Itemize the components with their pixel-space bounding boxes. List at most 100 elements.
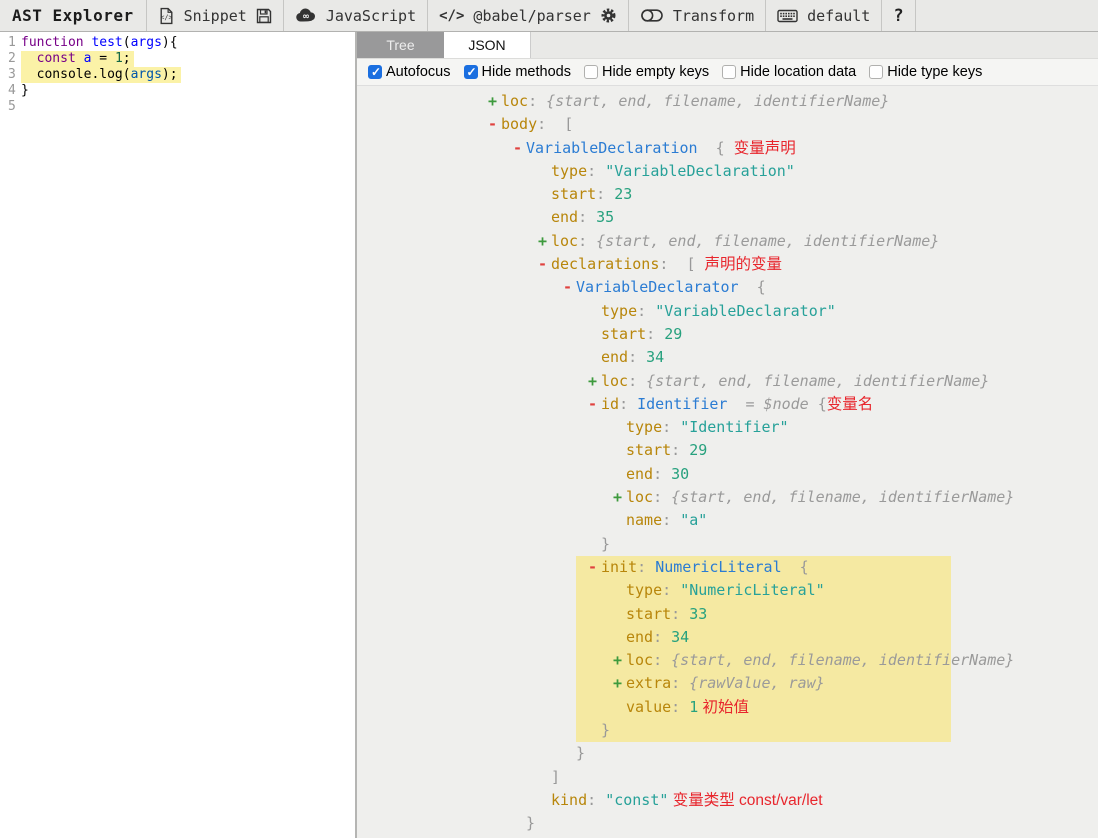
main-split: 1function test(args){2 const a = 1;3 con… bbox=[0, 32, 1098, 838]
file-code-icon: </> bbox=[158, 7, 175, 25]
tree-row[interactable]: -body: [ bbox=[357, 113, 1098, 136]
help-button[interactable]: ? bbox=[882, 0, 914, 31]
expand-icon[interactable]: + bbox=[488, 90, 502, 113]
tree-row[interactable]: } bbox=[357, 719, 1098, 742]
toolbar: AST Explorer </> Snippet ∞ JavaScript </… bbox=[0, 0, 1098, 32]
editor-line[interactable]: 3 console.log(args); bbox=[0, 67, 355, 83]
tree-row[interactable]: +loc: {start, end, filename, identifierN… bbox=[357, 90, 1098, 113]
tree-row[interactable]: start: 23 bbox=[357, 183, 1098, 206]
keybinding-selector[interactable]: default bbox=[766, 0, 881, 31]
tree-row[interactable]: +loc: {start, end, filename, identifierN… bbox=[357, 649, 1098, 672]
tree-row[interactable]: type: "VariableDeclaration" bbox=[357, 160, 1098, 183]
tree-row[interactable]: start: 33 bbox=[357, 603, 1098, 626]
toolbar-separator bbox=[915, 0, 916, 31]
svg-text:∞: ∞ bbox=[302, 12, 310, 22]
snippet-button[interactable]: </> Snippet bbox=[147, 0, 283, 31]
option-hide-location-data[interactable]: Hide location data bbox=[722, 64, 856, 80]
tree-row[interactable]: -init: NumericLiteral { bbox=[357, 556, 1098, 579]
expand-icon[interactable]: + bbox=[588, 370, 602, 393]
collapse-icon[interactable]: - bbox=[513, 137, 527, 160]
editor-line[interactable]: 1function test(args){ bbox=[0, 35, 355, 51]
app-title: AST Explorer bbox=[0, 0, 146, 31]
tree-row[interactable]: end: 34 bbox=[357, 626, 1098, 649]
tab-json[interactable]: JSON bbox=[444, 32, 531, 58]
language-label: JavaScript bbox=[326, 7, 416, 25]
tree-row[interactable]: +extra: {rawValue, raw} bbox=[357, 672, 1098, 695]
expand-icon[interactable]: + bbox=[613, 649, 627, 672]
tree-row[interactable]: } bbox=[357, 742, 1098, 765]
code-text: console.log(args); bbox=[21, 67, 181, 83]
expand-icon[interactable]: + bbox=[538, 230, 552, 253]
tree-row[interactable]: -VariableDeclarator { bbox=[357, 276, 1098, 299]
tree-row[interactable]: } bbox=[357, 812, 1098, 835]
transform-label: Transform bbox=[673, 7, 754, 25]
option-hide-methods[interactable]: Hide methods bbox=[464, 64, 571, 80]
collapse-icon[interactable]: - bbox=[563, 276, 577, 299]
snippet-label: Snippet bbox=[184, 7, 247, 25]
tab-bar: TreeJSON bbox=[357, 32, 1098, 59]
gear-icon[interactable] bbox=[600, 7, 617, 24]
tree-row[interactable]: value: 1 初始值 bbox=[357, 696, 1098, 719]
tree-row[interactable]: type: "Identifier" bbox=[357, 416, 1098, 439]
tree-options: Autofocus Hide methods Hide empty keys Hide… bbox=[357, 59, 1098, 86]
option-label: Autofocus bbox=[386, 64, 451, 80]
option-hide-type-keys[interactable]: Hide type keys bbox=[869, 64, 982, 80]
ast-tree: +loc: {start, end, filename, identifierN… bbox=[357, 86, 1098, 838]
expand-icon[interactable]: + bbox=[613, 486, 627, 509]
tree-row[interactable]: +loc: {start, end, filename, identifierN… bbox=[357, 370, 1098, 393]
parser-selector[interactable]: </> @babel/parser bbox=[428, 0, 628, 31]
editor-line[interactable]: 2 const a = 1; bbox=[0, 51, 355, 67]
editor-line[interactable]: 5 bbox=[0, 99, 355, 115]
tree-row[interactable]: end: 35 bbox=[357, 206, 1098, 229]
tree-row[interactable]: name: "a" bbox=[357, 509, 1098, 532]
keybinding-label: default bbox=[807, 7, 870, 25]
ast-panel: TreeJSON Autofocus Hide methods Hide empty… bbox=[357, 32, 1098, 838]
line-number: 5 bbox=[0, 99, 21, 115]
code-icon: </> bbox=[439, 8, 464, 24]
tree-row[interactable]: -id: Identifier = $node {变量名 bbox=[357, 393, 1098, 416]
code-text: function test(args){ bbox=[21, 35, 178, 51]
code-editor[interactable]: 1function test(args){2 const a = 1;3 con… bbox=[0, 32, 357, 838]
tree-row[interactable]: } bbox=[357, 533, 1098, 556]
expand-icon[interactable]: + bbox=[613, 672, 627, 695]
line-number: 3 bbox=[0, 67, 21, 83]
option-label: Hide empty keys bbox=[602, 64, 709, 80]
toggle-off-icon bbox=[640, 7, 664, 24]
tree-row[interactable]: end: 30 bbox=[357, 463, 1098, 486]
editor-line[interactable]: 4} bbox=[0, 83, 355, 99]
option-label: Hide location data bbox=[740, 64, 856, 80]
collapse-icon[interactable]: - bbox=[588, 556, 602, 579]
collapse-icon[interactable]: - bbox=[588, 393, 602, 416]
tree-row[interactable]: -declarations: [ 声明的变量 bbox=[357, 253, 1098, 276]
tree-row[interactable]: start: 29 bbox=[357, 439, 1098, 462]
collapse-icon[interactable]: - bbox=[538, 253, 552, 276]
tree-row[interactable]: kind: "const" 变量类型 const/var/let bbox=[357, 789, 1098, 812]
checkbox[interactable] bbox=[584, 65, 598, 79]
tree-row[interactable]: +loc: {start, end, filename, identifierN… bbox=[357, 486, 1098, 509]
tree-row[interactable]: +loc: {start, end, filename, identifierN… bbox=[357, 230, 1098, 253]
checkbox[interactable] bbox=[722, 65, 736, 79]
tab-tree[interactable]: Tree bbox=[357, 32, 444, 58]
language-selector[interactable]: ∞ JavaScript bbox=[284, 0, 427, 31]
parser-label: @babel/parser bbox=[473, 7, 590, 25]
collapse-icon[interactable]: - bbox=[488, 113, 502, 136]
checkbox[interactable] bbox=[464, 65, 478, 79]
keyboard-icon bbox=[777, 8, 798, 24]
transform-toggle[interactable]: Transform bbox=[629, 0, 765, 31]
option-autofocus[interactable]: Autofocus bbox=[368, 64, 451, 80]
tree-row[interactable]: end: 34 bbox=[357, 346, 1098, 369]
line-number: 4 bbox=[0, 83, 21, 99]
option-hide-empty-keys[interactable]: Hide empty keys bbox=[584, 64, 709, 80]
cloud-icon: ∞ bbox=[295, 7, 317, 24]
question-mark-icon: ? bbox=[893, 6, 903, 26]
save-icon[interactable] bbox=[256, 8, 272, 24]
checkbox[interactable] bbox=[368, 65, 382, 79]
tree-row[interactable]: ] bbox=[357, 766, 1098, 789]
tree-row[interactable]: start: 29 bbox=[357, 323, 1098, 346]
line-number: 1 bbox=[0, 35, 21, 51]
tree-row[interactable]: type: "VariableDeclarator" bbox=[357, 300, 1098, 323]
tree-row[interactable]: -VariableDeclaration { 变量声明 bbox=[357, 137, 1098, 160]
tree-row[interactable]: type: "NumericLiteral" bbox=[357, 579, 1098, 602]
line-number: 2 bbox=[0, 51, 21, 67]
checkbox[interactable] bbox=[869, 65, 883, 79]
